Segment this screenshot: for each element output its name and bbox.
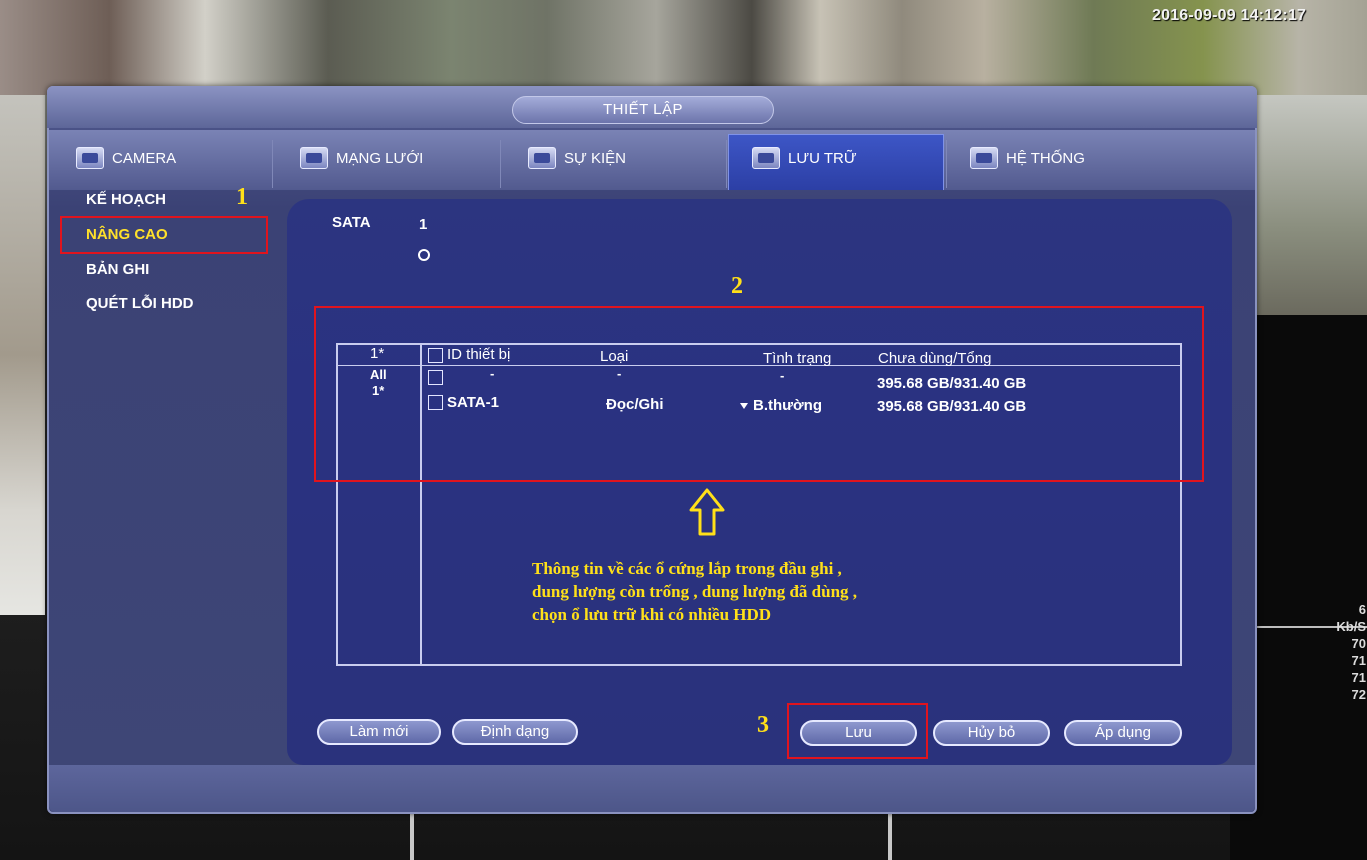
camera-timestamp: 2016-09-09 14:12:17 (1152, 7, 1307, 24)
bitrate-value: 71 (1351, 653, 1366, 668)
highlight-box-advanced (60, 216, 268, 254)
format-button[interactable]: Định dạng (452, 719, 578, 745)
tab-label: CAMERA (112, 150, 177, 167)
system-icon (970, 147, 998, 169)
tab-storage[interactable]: LƯU TRỮ (752, 134, 857, 188)
tab-separator (500, 140, 501, 188)
tab-camera[interactable]: CAMERA (76, 134, 176, 188)
sata-radio-button[interactable] (418, 249, 430, 261)
tab-label: SỰ KIỆN (564, 150, 626, 167)
tab-separator (726, 140, 727, 188)
annotation-line: dung lượng còn trống , dung lượng đã dùn… (532, 582, 858, 601)
refresh-button[interactable]: Làm mới (317, 719, 441, 745)
tab-label: MẠNG LƯỚI (336, 150, 424, 167)
highlight-box-disk-info (314, 306, 1204, 482)
step-number-1: 1 (236, 184, 248, 210)
sata-label: SATA (332, 214, 371, 231)
annotation-note: Thông tin về các ổ cứng lắp trong đầu gh… (532, 557, 1052, 626)
step-number-2: 2 (731, 273, 743, 299)
annotation-line: chọn ổ lưu trữ khi có nhiều HDD (532, 605, 772, 624)
bitrate-unit: Kb/S (1336, 619, 1366, 634)
bitrate-value: 6 (1358, 602, 1366, 617)
tab-separator (946, 140, 947, 188)
storage-icon (752, 147, 780, 169)
tab-network[interactable]: MẠNG LƯỚI (300, 134, 423, 188)
dialog-footer (49, 765, 1255, 812)
tab-label: LƯU TRỮ (788, 150, 857, 167)
bitrate-stats: 6 Kb/S 70 71 71 72 (1316, 602, 1366, 704)
monitor-divider (410, 810, 414, 860)
camera-icon (76, 147, 104, 169)
network-icon (300, 147, 328, 169)
annotation-line: Thông tin về các ổ cứng lắp trong đầu gh… (532, 559, 842, 578)
up-arrow-icon (689, 488, 725, 536)
tab-events[interactable]: SỰ KIỆN (528, 134, 626, 188)
monitor-divider (888, 810, 892, 860)
cancel-button[interactable]: Hủy bỏ (933, 720, 1050, 746)
sata-port-number: 1 (419, 216, 428, 233)
camera-feed-right (1246, 95, 1367, 315)
menu-item-hdd-scan[interactable]: QUÉT LỖI HDD (86, 291, 286, 317)
menu-item-schedule[interactable]: KẾ HOẠCH (86, 187, 286, 213)
tab-label: HỆ THỐNG (1006, 150, 1085, 167)
event-icon (528, 147, 556, 169)
tab-system[interactable]: HỆ THỐNG (970, 134, 1085, 188)
bitrate-value: 71 (1351, 670, 1366, 685)
dialog-title: THIẾT LẬP (512, 96, 774, 124)
highlight-box-save (787, 703, 928, 759)
apply-button[interactable]: Áp dụng (1064, 720, 1182, 746)
bitrate-value: 72 (1351, 687, 1366, 702)
bitrate-value: 70 (1351, 636, 1366, 651)
menu-item-recording[interactable]: BẢN GHI (86, 257, 286, 283)
step-number-3: 3 (757, 712, 769, 738)
camera-feed-left (0, 95, 45, 615)
tab-separator (272, 140, 273, 188)
